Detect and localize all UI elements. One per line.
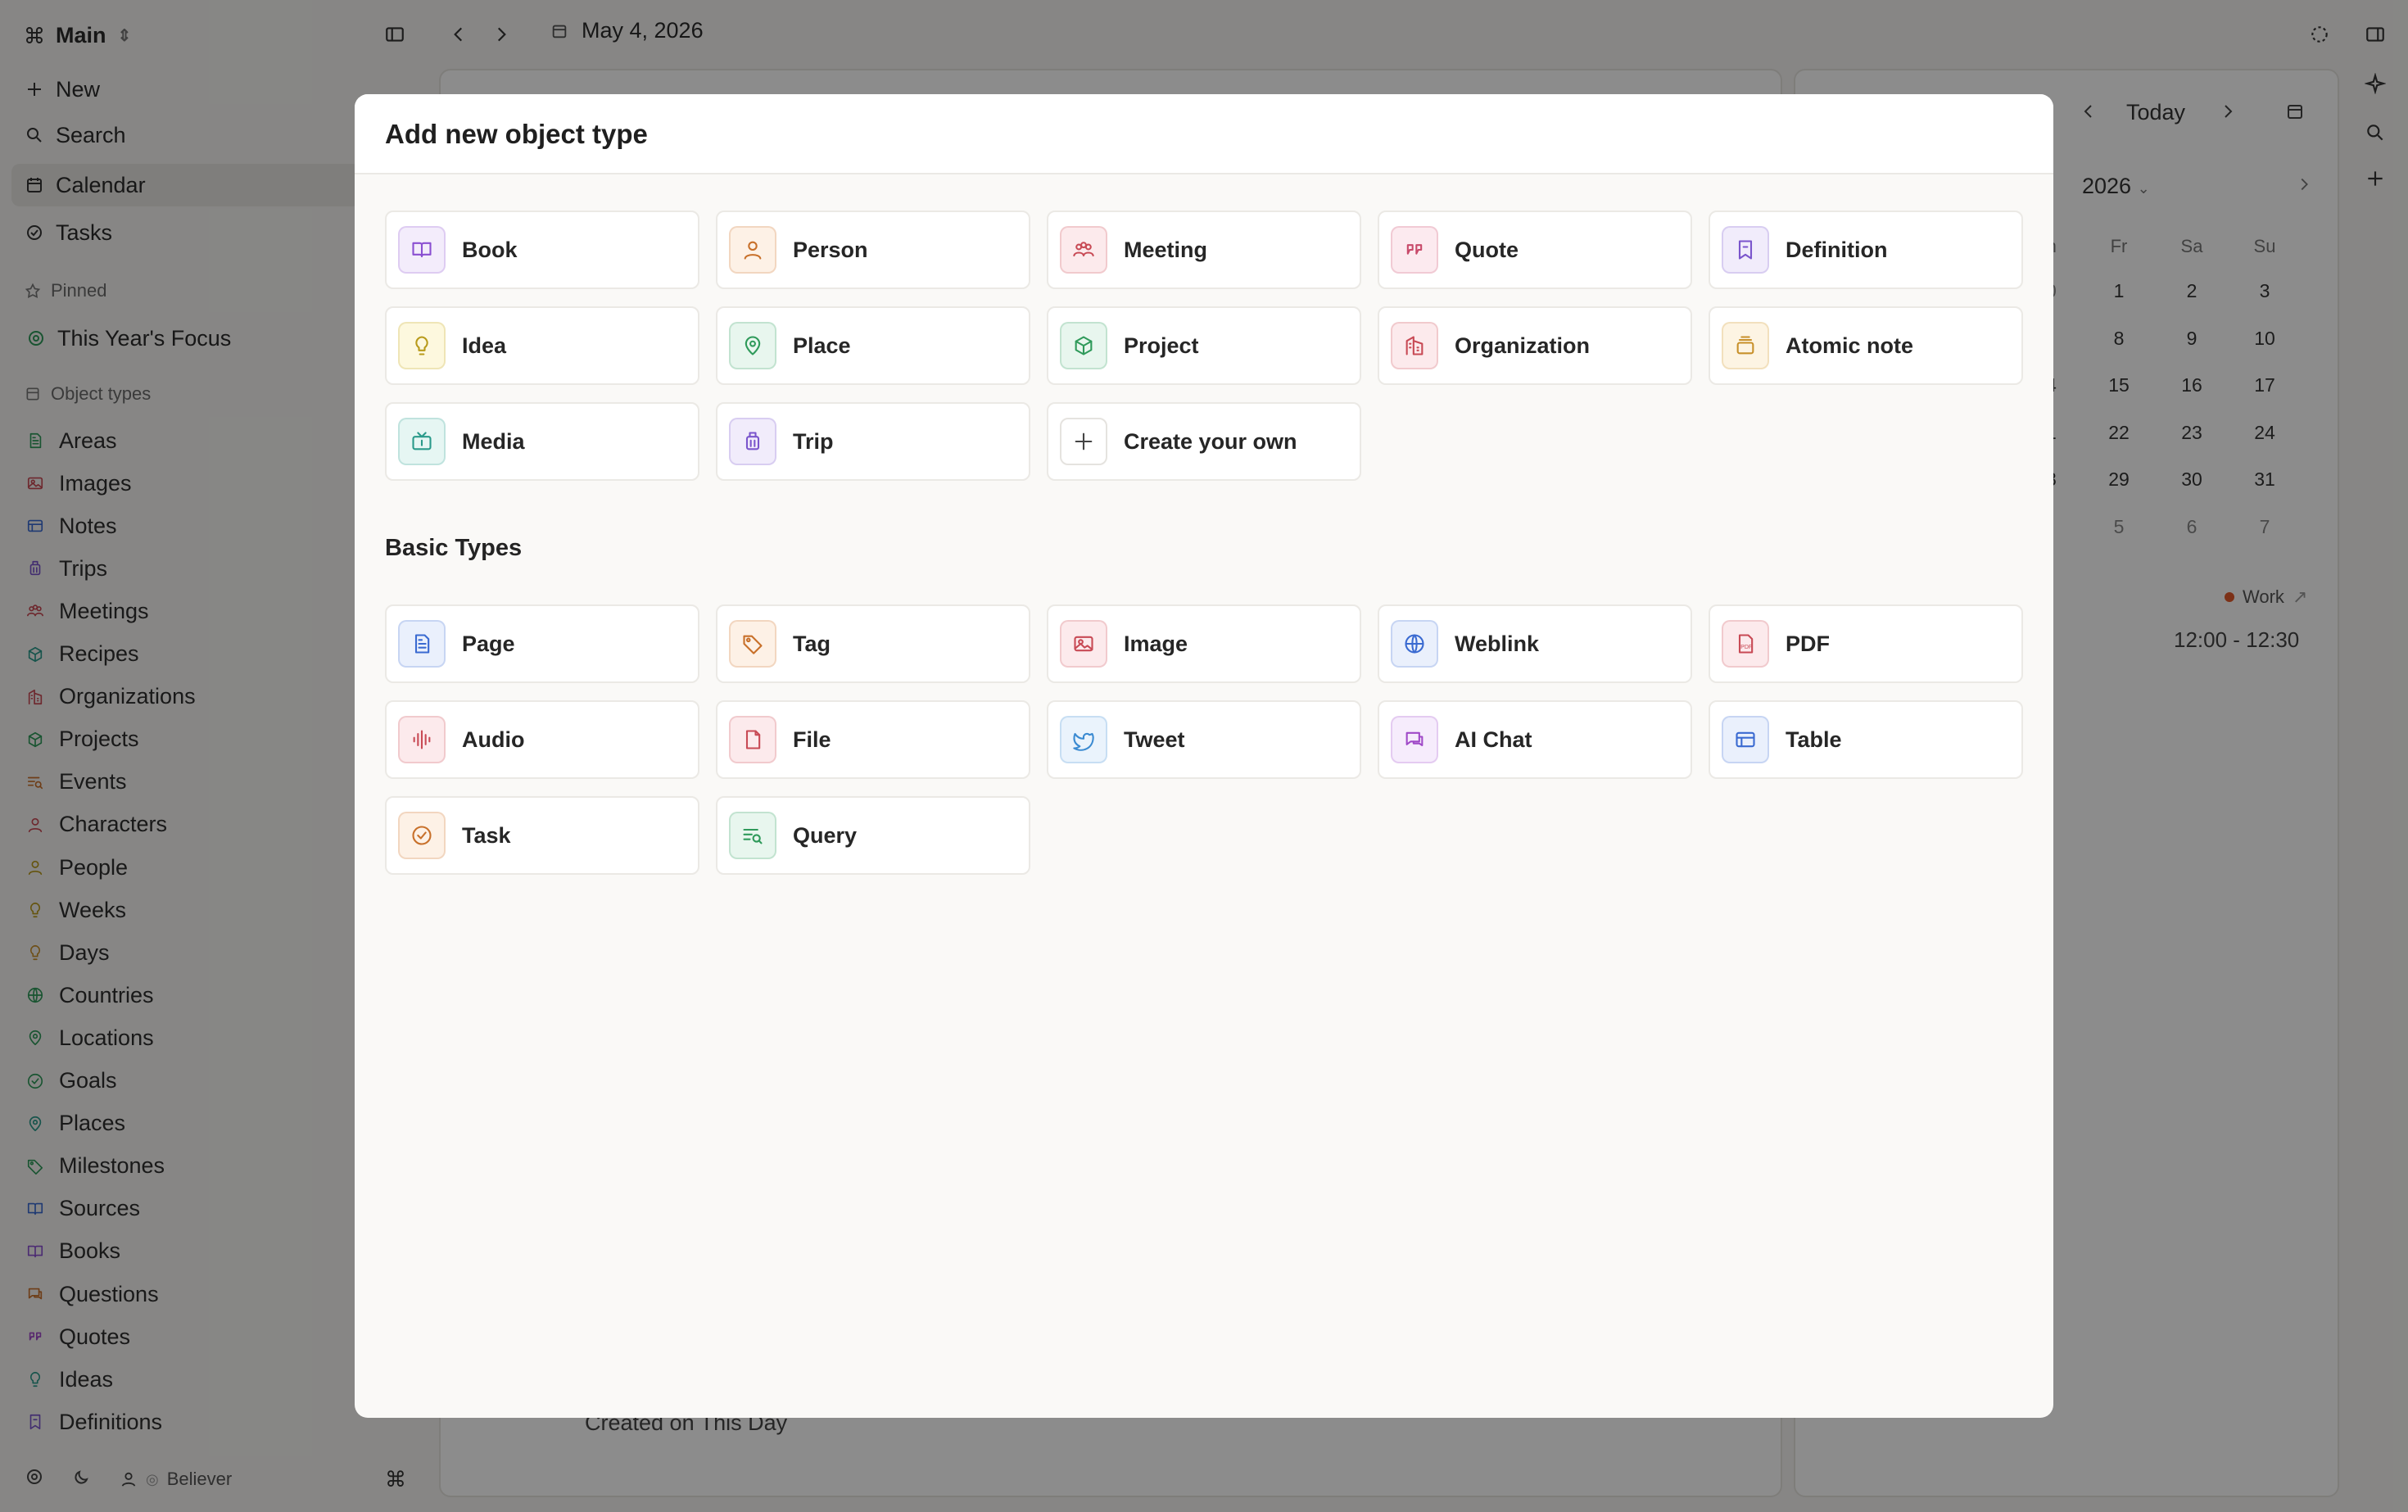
basic-types-heading: Basic Types [385,535,523,561]
card-label: Meeting [1124,237,1208,262]
basic-card-table[interactable]: Table [1709,700,2023,779]
card-label: Image [1124,631,1188,656]
card-label: Book [462,237,518,262]
bookmark-icon [1722,226,1769,274]
lightbulb-icon [398,322,446,369]
card-label: Tag [793,631,831,656]
cube-icon [1060,322,1107,369]
card-label: Audio [462,727,525,752]
card-label: Page [462,631,515,656]
plus-icon [1060,418,1107,465]
add-object-type-dialog: Add new object type Book Person Meeting Quo… [355,94,2053,1418]
basic-card-tweet[interactable]: Tweet [1047,700,1361,779]
card-label: Definition [1786,237,1888,262]
template-card-quote[interactable]: Quote [1378,211,1692,289]
stack-icon [1722,322,1769,369]
basic-card-query[interactable]: Query [716,796,1030,875]
card-label: Idea [462,333,507,358]
template-card-book[interactable]: Book [385,211,699,289]
template-card-idea[interactable]: Idea [385,306,699,385]
template-card-atomic-note[interactable]: Atomic note [1709,306,2023,385]
card-label: Task [462,822,511,848]
chat-icon [1391,716,1438,763]
map-pin-icon [729,322,776,369]
pdf-icon: PDF [1722,620,1769,668]
meeting-icon [1060,226,1107,274]
svg-text:PDF: PDF [1740,645,1752,650]
tv-icon [398,418,446,465]
card-label: AI Chat [1455,727,1532,752]
luggage-icon [729,418,776,465]
file-icon [729,716,776,763]
card-label: Quote [1455,237,1519,262]
card-label: Organization [1455,333,1591,358]
audio-wave-icon [398,716,446,763]
template-card-organization[interactable]: Organization [1378,306,1692,385]
template-card-meeting[interactable]: Meeting [1047,211,1361,289]
card-label: Create your own [1124,428,1297,454]
basic-card-image[interactable]: Image [1047,604,1361,683]
card-label: File [793,727,831,752]
quote-icon [1391,226,1438,274]
card-label: PDF [1786,631,1830,656]
query-icon [729,812,776,859]
basic-card-pdf[interactable]: PDF PDF [1709,604,2023,683]
basic-card-weblink[interactable]: Weblink [1378,604,1692,683]
card-label: Media [462,428,525,454]
template-card-trip[interactable]: Trip [716,402,1030,481]
card-label: Weblink [1455,631,1540,656]
card-label: Place [793,333,851,358]
basic-card-tag[interactable]: Tag [716,604,1030,683]
globe-icon [1391,620,1438,668]
basic-card-file[interactable]: File [716,700,1030,779]
card-label: Project [1124,333,1199,358]
tag-icon [729,620,776,668]
dialog-title: Add new object type [385,119,648,149]
card-label: Atomic note [1786,333,1914,358]
card-label: Query [793,822,858,848]
template-card-create-your-own[interactable]: Create your own [1047,402,1361,481]
basic-card-page[interactable]: Page [385,604,699,683]
bird-icon [1060,716,1107,763]
basic-card-ai-chat[interactable]: AI Chat [1378,700,1692,779]
template-card-place[interactable]: Place [716,306,1030,385]
card-label: Person [793,237,868,262]
building-icon [1391,322,1438,369]
book-icon [398,226,446,274]
table-icon [1722,716,1769,763]
basic-card-audio[interactable]: Audio [385,700,699,779]
card-label: Table [1786,727,1842,752]
card-label: Trip [793,428,834,454]
template-card-definition[interactable]: Definition [1709,211,2023,289]
page-icon [398,620,446,668]
dialog-header: Add new object type [355,94,2053,174]
basic-card-task[interactable]: Task [385,796,699,875]
person-icon [729,226,776,274]
image-icon [1060,620,1107,668]
template-card-media[interactable]: Media [385,402,699,481]
check-circle-icon [398,812,446,859]
template-card-project[interactable]: Project [1047,306,1361,385]
template-card-person[interactable]: Person [716,211,1030,289]
card-label: Tweet [1124,727,1185,752]
